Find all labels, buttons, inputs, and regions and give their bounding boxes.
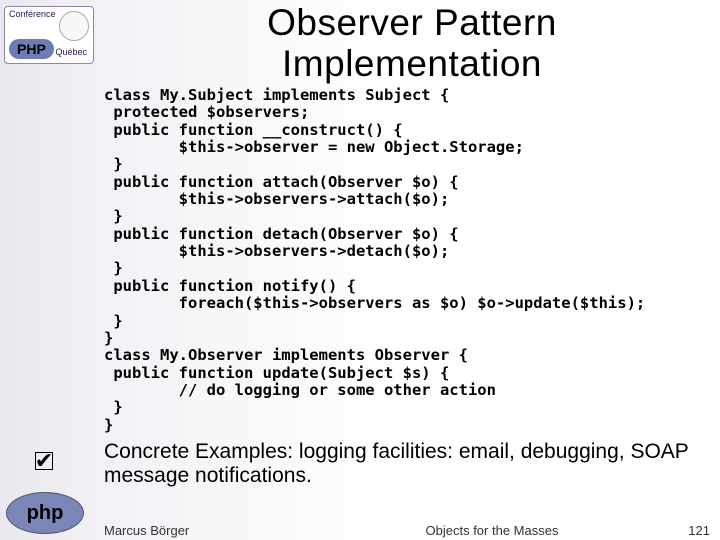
- mascot-icon: [59, 11, 89, 41]
- footer-author: Marcus Börger: [104, 523, 324, 538]
- title-line-2: Implementation: [282, 43, 542, 84]
- sidebar: Conférence PHP Québec ✔ php: [0, 0, 98, 540]
- examples-paragraph: Concrete Examples: logging facilities: e…: [104, 440, 710, 488]
- bullet-checkmark-icon: ✔: [35, 448, 53, 474]
- conference-logo: Conférence PHP Québec: [4, 6, 94, 64]
- logo-quebec-text: Québec: [55, 47, 87, 57]
- slide-content: Observer Pattern Implementation class My…: [104, 0, 720, 512]
- php-logo-icon: php: [6, 492, 84, 534]
- slide-footer: Marcus Börger Objects for the Masses 121: [104, 523, 720, 538]
- code-block: class My.Subject implements Subject { pr…: [104, 87, 712, 434]
- slide-title: Observer Pattern Implementation: [104, 2, 720, 85]
- logo-php-text: PHP: [9, 39, 54, 59]
- footer-title: Objects for the Masses: [324, 523, 660, 538]
- title-line-1: Observer Pattern: [267, 2, 557, 43]
- footer-page: 121: [660, 523, 720, 538]
